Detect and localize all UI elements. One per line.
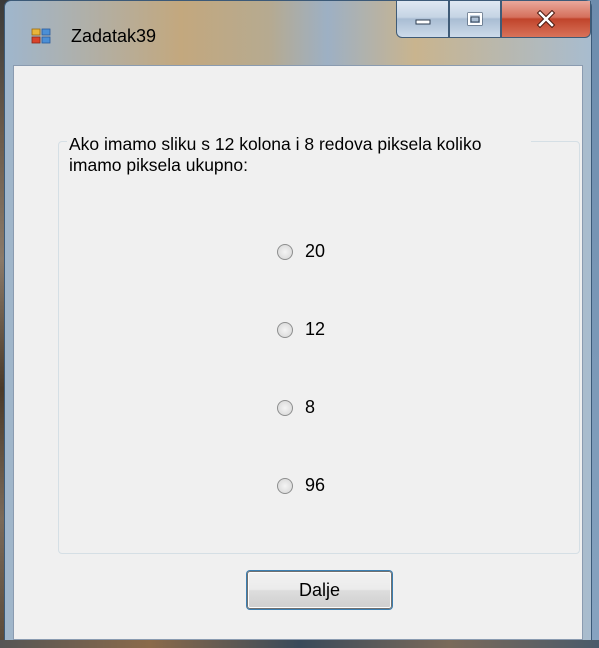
option-label: 12 bbox=[305, 319, 326, 339]
question-text: Ako imamo sliku s 12 kolona i 8 redova p… bbox=[67, 134, 531, 176]
option-radio-3[interactable]: 8 bbox=[277, 397, 315, 418]
app-window-icon bbox=[31, 28, 51, 44]
minimize-button[interactable] bbox=[396, 1, 449, 38]
radio-button-icon[interactable] bbox=[277, 243, 293, 260]
minimize-icon bbox=[415, 19, 430, 25]
client-area: Ako imamo sliku s 12 kolona i 8 redova p… bbox=[13, 65, 583, 640]
window-title: Zadatak39 bbox=[71, 26, 157, 46]
radio-button-icon[interactable] bbox=[277, 399, 293, 416]
close-button[interactable] bbox=[501, 1, 591, 38]
option-radio-2[interactable]: 12 bbox=[277, 319, 325, 340]
close-icon bbox=[536, 10, 556, 28]
desktop-background-right bbox=[592, 0, 599, 648]
next-button[interactable]: Dalje bbox=[247, 571, 392, 609]
radio-button-icon[interactable] bbox=[277, 477, 293, 494]
maximize-button[interactable] bbox=[449, 1, 501, 38]
question-groupbox: Ako imamo sliku s 12 kolona i 8 redova p… bbox=[58, 134, 580, 554]
title-bar[interactable]: Zadatak39 bbox=[5, 1, 591, 46]
maximize-icon bbox=[467, 12, 483, 26]
app-window: Zadatak39 Ako imamo sliku s 12 kolona i … bbox=[4, 0, 592, 648]
option-radio-1[interactable]: 20 bbox=[277, 241, 325, 262]
option-label: 96 bbox=[305, 475, 326, 495]
radio-button-icon[interactable] bbox=[277, 321, 293, 338]
option-radio-4[interactable]: 96 bbox=[277, 475, 325, 496]
option-label: 20 bbox=[305, 241, 326, 261]
taskbar-background bbox=[0, 640, 599, 648]
option-label: 8 bbox=[305, 397, 316, 417]
